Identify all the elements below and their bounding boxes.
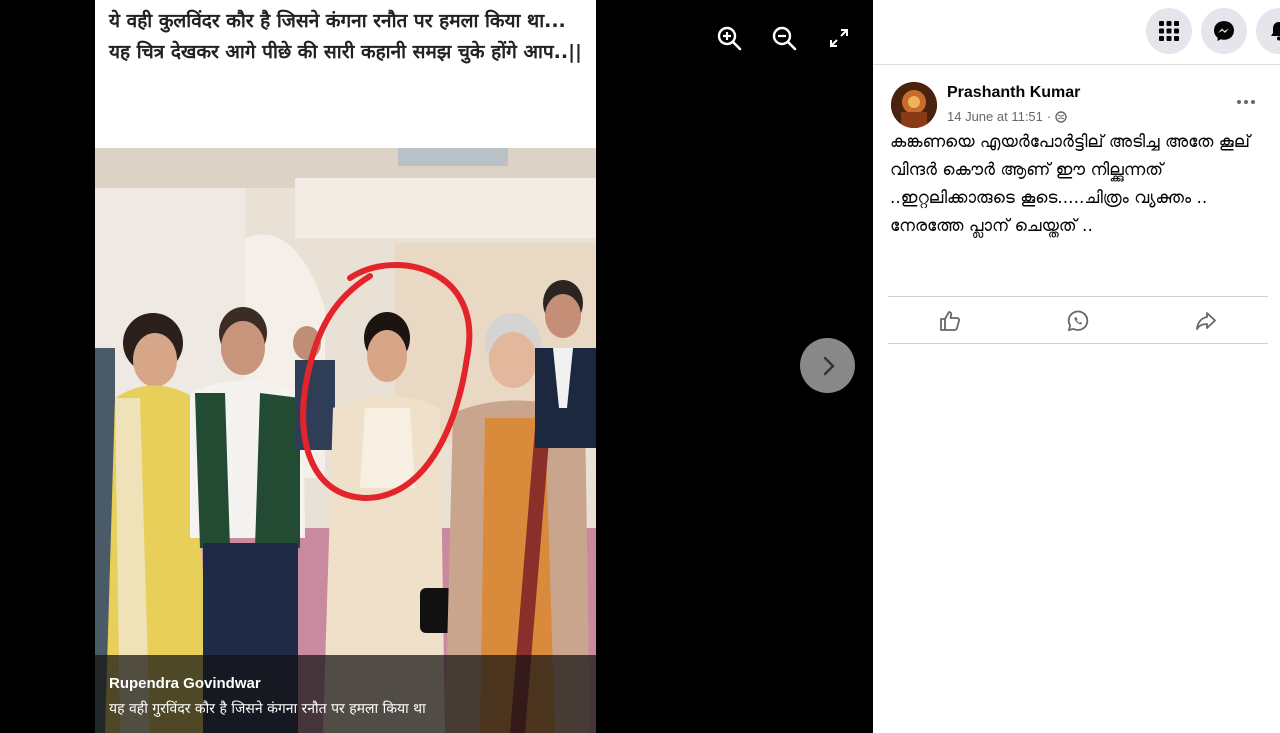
more-dots-icon <box>1237 100 1255 104</box>
divider <box>888 343 1268 344</box>
messenger-icon <box>1214 21 1234 41</box>
fullscreen-button[interactable] <box>823 22 855 54</box>
avatar[interactable] <box>891 82 937 128</box>
photo-footer: Rupendra Govindwar यह वही गुरविंदर कौर ह… <box>95 655 596 733</box>
divider <box>888 296 1268 297</box>
photo-caption: ये वही कुलविंदर कौर है जिसने कंगना रनौत … <box>95 0 596 148</box>
whatsapp-share-button[interactable] <box>1061 306 1095 336</box>
fullscreen-icon <box>830 29 848 47</box>
thumbs-up-icon <box>940 311 960 331</box>
chevron-right-icon <box>823 356 835 375</box>
post-sidebar: Prashanth Kumar 14 June at 11:51 · <box>873 0 1280 733</box>
post-timestamp[interactable]: 14 June at 11:51 <box>947 109 1043 124</box>
caption-line-1: ये वही कुलविंदर कौर है जिसने कंगना रनौत … <box>109 10 566 32</box>
post-meta: 14 June at 11:51 · <box>947 109 1067 124</box>
notifications-icon <box>1271 22 1280 41</box>
post-text: കങ്കണയെ എയർപോർട്ടില് അടിച്ച അതേ കൂല് വിന… <box>890 132 1250 236</box>
zoom-in-button[interactable] <box>713 22 745 54</box>
shared-photo: ये वही कुलविंदर कौर है जिसने कंगना रनौत … <box>95 0 596 733</box>
zoom-out-button[interactable] <box>768 22 800 54</box>
whatsapp-icon <box>1067 310 1089 332</box>
caption-line-2: यह चित्र देखकर आगे पीछे की सारी कहानी सम… <box>109 41 582 63</box>
more-options-button[interactable] <box>1234 90 1258 114</box>
footer-name: Rupendra Govindwar <box>109 675 261 692</box>
messenger-button[interactable] <box>1201 8 1247 54</box>
photo-viewer: ये वही कुलविंदर कौर है जिसने कंगना रनौत … <box>0 0 873 733</box>
author-name[interactable]: Prashanth Kumar <box>947 84 1080 102</box>
share-icon <box>1196 312 1216 330</box>
group-photo <box>95 148 596 733</box>
share-button[interactable] <box>1189 306 1223 336</box>
zoom-out-icon <box>772 26 797 51</box>
like-button[interactable] <box>933 306 967 336</box>
globe-icon <box>1055 110 1067 123</box>
next-photo-button[interactable] <box>800 338 855 393</box>
notifications-button[interactable] <box>1256 8 1280 54</box>
menu-button[interactable] <box>1146 8 1192 54</box>
menu-grid-icon <box>1159 21 1179 41</box>
footer-text: यह वही गुरविंदर कौर है जिसने कंगना रनौत … <box>109 701 426 717</box>
zoom-in-icon <box>717 26 742 51</box>
post-header: Prashanth Kumar 14 June at 11:51 · <box>891 80 1271 130</box>
top-bar <box>873 0 1280 65</box>
